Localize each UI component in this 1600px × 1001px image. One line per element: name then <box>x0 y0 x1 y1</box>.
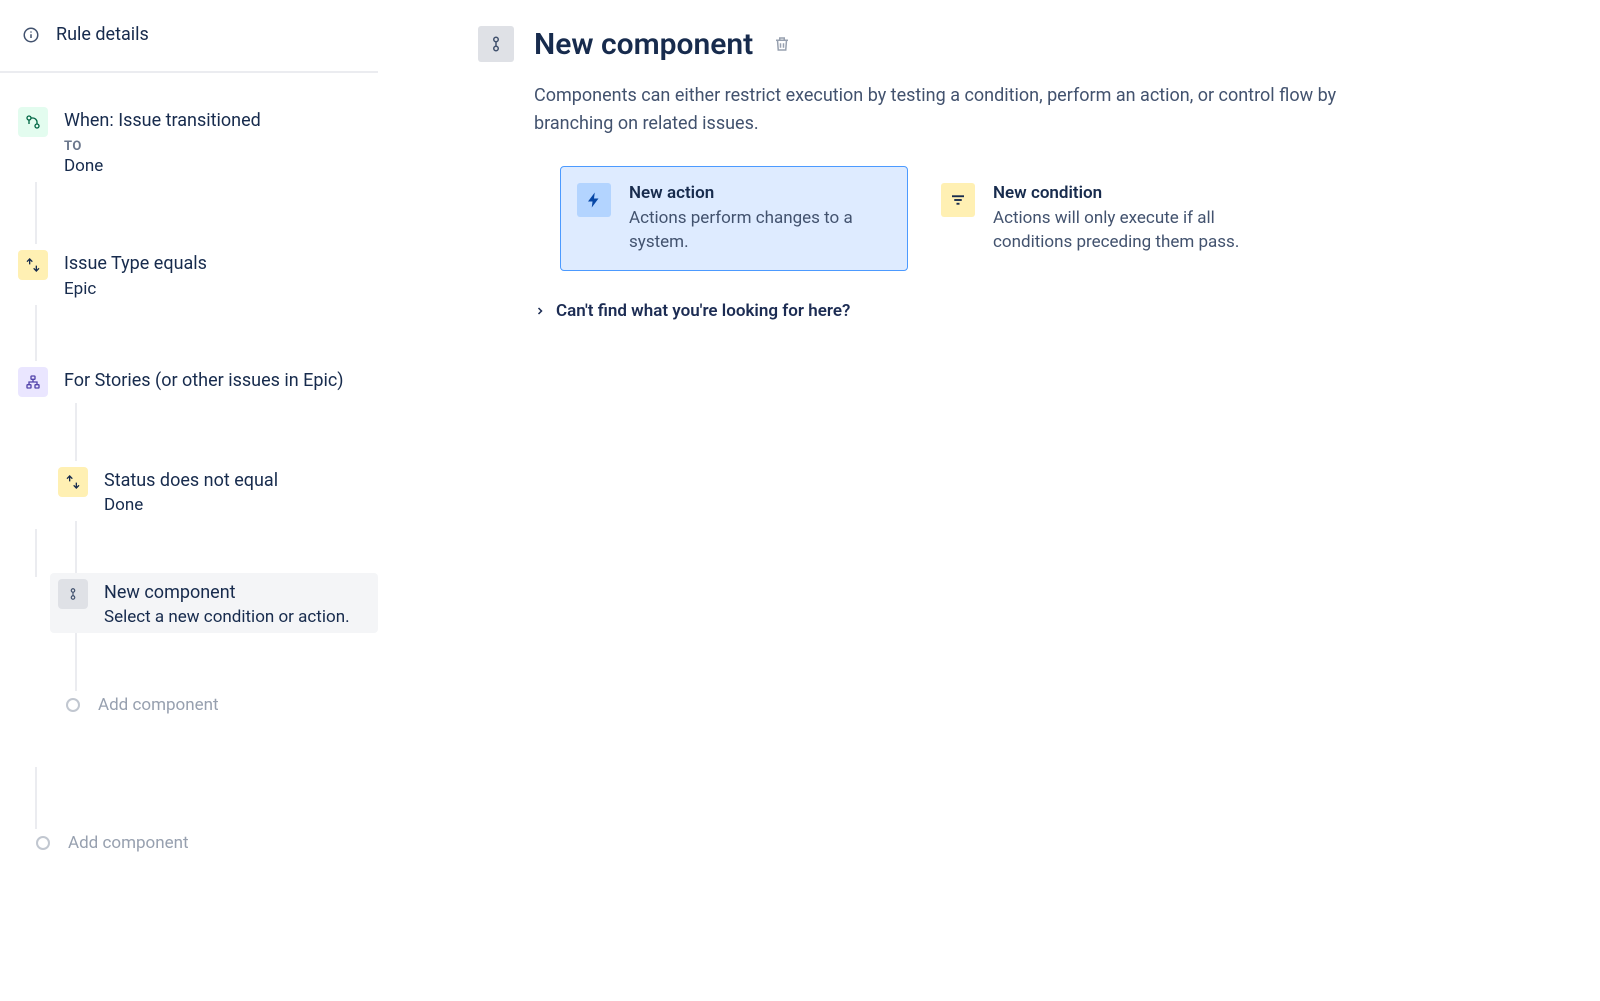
bolt-icon <box>577 183 611 217</box>
trash-icon[interactable] <box>773 35 791 53</box>
new-condition-card[interactable]: New condition Actions will only execute … <box>924 166 1272 272</box>
card-desc: Actions will only execute if all conditi… <box>993 207 1255 255</box>
new-component-sub: Select a new condition or action. <box>104 607 370 627</box>
branch-title: For Stories (or other issues in Epic) <box>64 369 370 393</box>
rule-sidebar: Rule details When: Issue transitioned TO… <box>0 0 378 1001</box>
component-icon <box>58 579 88 609</box>
trigger-sub-value: Done <box>64 156 370 176</box>
new-component-node[interactable]: New component Select a new condition or … <box>50 573 378 633</box>
card-title: New condition <box>993 183 1255 203</box>
filter-icon <box>941 183 975 217</box>
branch-icon <box>18 367 48 397</box>
page-description: Components can either restrict execution… <box>534 82 1354 138</box>
condition-icon <box>18 250 48 280</box>
branch-condition-sub: Done <box>104 495 370 515</box>
rule-trigger-node[interactable]: When: Issue transitioned TO Done <box>10 101 378 182</box>
cant-find-label: Can't find what you're looking for here? <box>556 301 850 321</box>
new-component-title: New component <box>104 581 370 605</box>
branch-condition-title: Status does not equal <box>104 469 370 493</box>
page-title: New component <box>534 27 753 62</box>
rule-branch-node[interactable]: For Stories (or other issues in Epic) <box>10 361 378 403</box>
add-circle-icon <box>36 836 50 850</box>
rule-condition-node[interactable]: Issue Type equals Epic <box>10 244 378 304</box>
chevron-right-icon <box>534 305 546 317</box>
add-component-outer[interactable]: Add component <box>20 829 378 857</box>
rule-details-label: Rule details <box>56 24 149 45</box>
info-icon <box>22 26 40 44</box>
trigger-title: When: Issue transitioned <box>64 109 370 133</box>
add-component-branch[interactable]: Add component <box>50 691 378 719</box>
component-icon <box>478 26 514 62</box>
condition-sub-value: Epic <box>64 279 370 299</box>
condition-icon <box>58 467 88 497</box>
card-title: New action <box>629 183 891 203</box>
main-panel: New component Components can either rest… <box>378 0 1600 1001</box>
branch-condition-node[interactable]: Status does not equal Done <box>50 461 378 521</box>
trigger-sub-label: TO <box>64 139 370 154</box>
rule-details-link[interactable]: Rule details <box>0 24 378 73</box>
new-action-card[interactable]: New action Actions perform changes to a … <box>560 166 908 272</box>
trigger-icon <box>18 107 48 137</box>
card-desc: Actions perform changes to a system. <box>629 207 891 255</box>
condition-title: Issue Type equals <box>64 252 370 276</box>
add-component-label: Add component <box>68 833 189 853</box>
cant-find-toggle[interactable]: Can't find what you're looking for here? <box>534 301 1580 321</box>
add-circle-icon <box>66 698 80 712</box>
add-component-label: Add component <box>98 695 219 715</box>
